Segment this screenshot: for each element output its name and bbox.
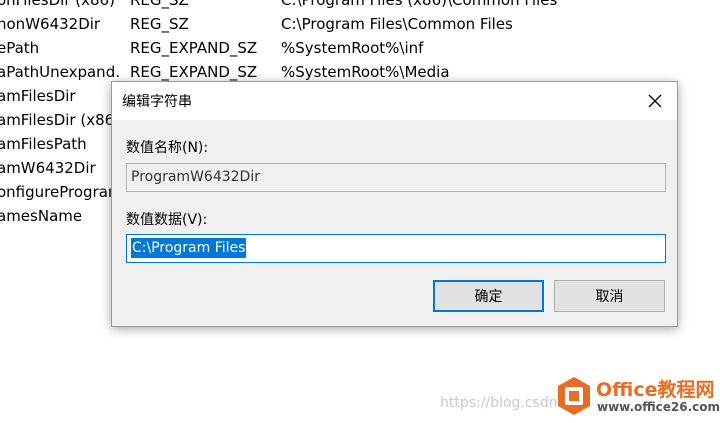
value-name-text: ProgramW6432Dir bbox=[131, 169, 260, 185]
registry-row-name: onFilesDir (x86) bbox=[0, 0, 115, 9]
registry-row-name: onfigurePrograms bbox=[0, 183, 119, 201]
value-data-text: C:\Program Files bbox=[131, 238, 247, 258]
close-button[interactable] bbox=[641, 87, 669, 115]
logo-title: Office教程网 bbox=[596, 379, 715, 401]
value-data-input[interactable]: C:\Program Files bbox=[126, 234, 666, 263]
registry-row-name: amW6432Dir bbox=[0, 159, 96, 177]
office-logo: Office教程网 www.office26.com bbox=[556, 374, 720, 420]
registry-row-type: REG_SZ bbox=[130, 15, 189, 33]
registry-row-name: amFilesDir (x86) bbox=[0, 111, 119, 129]
registry-row-name: ePath bbox=[0, 39, 40, 57]
registry-row-type: REG_EXPAND_SZ bbox=[130, 39, 258, 57]
registry-row-name: nonW6432Dir bbox=[0, 15, 101, 33]
value-name-label: 数值名称(N): bbox=[126, 140, 209, 156]
dialog-title: 编辑字符串 bbox=[122, 94, 192, 110]
close-icon bbox=[648, 94, 662, 108]
dialog-titlebar: 编辑字符串 bbox=[112, 82, 677, 120]
logo-url: www.office26.com bbox=[597, 400, 720, 414]
value-data-label: 数值数据(V): bbox=[126, 212, 208, 228]
registry-row[interactable]: onFilesDir (x86) REG_SZ C:\Program Files (… bbox=[0, 0, 720, 12]
registry-row[interactable]: nonW6432Dir REG_SZ C:\Program Files\Common… bbox=[0, 12, 720, 36]
registry-row-data: C:\Program Files\Common Files bbox=[281, 15, 513, 33]
registry-row-name: amesName bbox=[0, 207, 83, 225]
office-logo-icon bbox=[558, 377, 590, 415]
registry-row-type: REG_SZ bbox=[130, 0, 189, 9]
registry-row-name: amFilesDir bbox=[0, 87, 76, 105]
registry-row-data: C:\Program Files (x86)\Common Files bbox=[281, 0, 558, 9]
registry-row[interactable]: ePath REG_EXPAND_SZ %SystemRoot%\inf bbox=[0, 36, 720, 60]
value-name-field: ProgramW6432Dir bbox=[126, 163, 666, 192]
ok-button[interactable]: 确定 bbox=[433, 280, 544, 312]
registry-row-name: amFilesPath bbox=[0, 135, 87, 153]
registry-row-data: %SystemRoot%\inf bbox=[281, 39, 424, 57]
cancel-button[interactable]: 取消 bbox=[554, 280, 665, 312]
edit-string-dialog: 编辑字符串 数值名称(N): ProgramW6432Dir 数值数据(V): … bbox=[111, 81, 678, 327]
watermark-url: https://blog.csdn bbox=[440, 395, 558, 411]
registry-row-name: aPathUnexpand… bbox=[0, 63, 119, 81]
